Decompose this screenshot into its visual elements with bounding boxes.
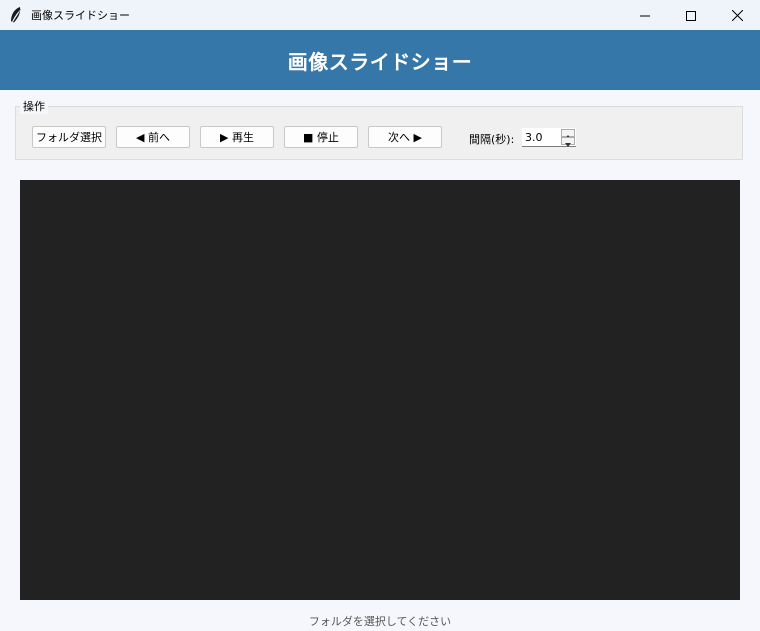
title-bar[interactable]: 画像スライドショー — [0, 0, 760, 30]
header-title: 画像スライドショー — [287, 49, 473, 74]
play-button[interactable]: ▶ 再生 — [200, 126, 274, 148]
spin-down-button[interactable] — [561, 137, 575, 147]
select-folder-button[interactable]: フォルダ選択 — [32, 126, 106, 148]
interval-input[interactable] — [522, 128, 558, 146]
window-title: 画像スライドショー — [31, 9, 130, 22]
controls-group-label: 操作 — [20, 98, 48, 114]
minimize-icon — [640, 6, 650, 25]
caret-down-icon — [565, 132, 571, 151]
minimize-button[interactable] — [622, 0, 668, 30]
status-message: フォルダを選択してください — [308, 615, 452, 628]
close-icon — [731, 6, 743, 25]
next-button[interactable]: 次へ ▶ — [368, 126, 442, 148]
app-header: 画像スライドショー — [0, 30, 760, 90]
interval-spinbox — [522, 128, 576, 147]
feather-icon — [8, 6, 24, 24]
app-window: 画像スライドショー 画像スライドショー 操作 フォルダ選択 ◀ 前へ ▶ 再生 … — [0, 0, 760, 631]
interval-label: 間隔(秒): — [469, 133, 515, 146]
stop-button[interactable]: ■ 停止 — [284, 126, 358, 148]
image-display-canvas — [20, 180, 740, 600]
close-button[interactable] — [714, 0, 760, 30]
prev-button[interactable]: ◀ 前へ — [116, 126, 190, 148]
maximize-button[interactable] — [668, 0, 714, 30]
maximize-icon — [686, 6, 696, 25]
